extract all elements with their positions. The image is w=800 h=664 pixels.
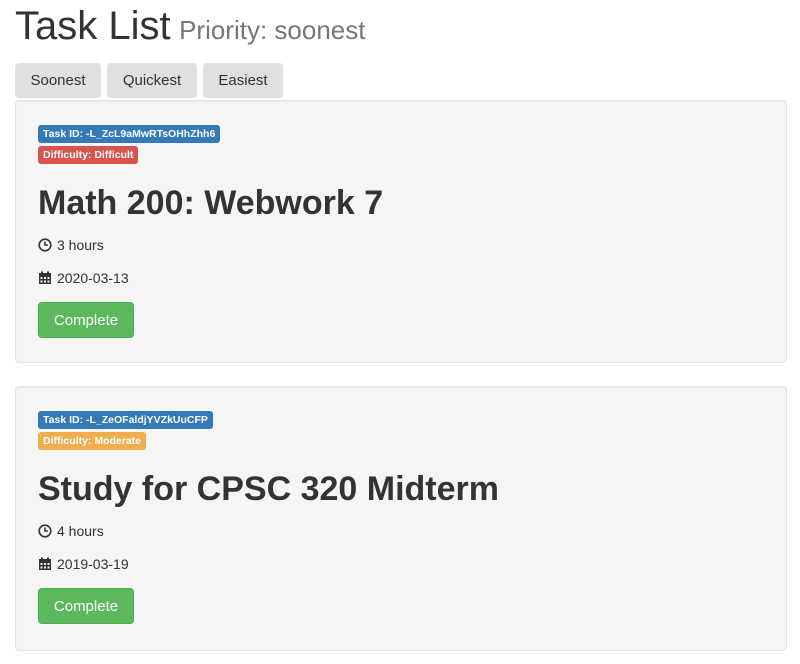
duration-text: 4 hours (57, 523, 104, 539)
complete-button[interactable]: Complete (38, 302, 134, 338)
task-date: 2020-03-13 (38, 269, 764, 287)
priority-subtitle: Priority: soonest (179, 15, 366, 45)
complete-button[interactable]: Complete (38, 588, 134, 624)
sort-soonest-button[interactable]: Soonest (15, 63, 101, 98)
task-date: 2019-03-19 (38, 555, 764, 573)
task-name: Study for CPSC 320 Midterm (38, 470, 499, 508)
page-title: Task List (15, 4, 171, 48)
clock-icon (38, 238, 52, 252)
task-card: Task ID: -L_ZcL9aMwRTsOHhZhh6 Difficulty… (15, 100, 787, 363)
task-id-label: Task ID: -L_ZeOFaldjYVZkUuCFP (38, 411, 213, 429)
task-id-label: Task ID: -L_ZcL9aMwRTsOHhZhh6 (38, 125, 221, 143)
duration-text: 3 hours (57, 237, 104, 253)
page-header: Task List Priority: soonest (15, 4, 365, 49)
sort-quickest-button[interactable]: Quickest (107, 63, 197, 98)
date-text: 2019-03-19 (57, 556, 129, 572)
task-duration: 4 hours (38, 522, 764, 540)
calendar-icon (39, 557, 51, 570)
task-card: Task ID: -L_ZeOFaldjYVZkUuCFP Difficulty… (15, 386, 787, 651)
task-name: Math 200: Webwork 7 (38, 184, 384, 222)
sort-button-bar: Soonest Quickest Easiest (15, 63, 283, 98)
date-text: 2020-03-13 (57, 270, 129, 286)
calendar-icon (39, 271, 51, 284)
difficulty-label: Difficulty: Difficult (38, 146, 139, 164)
task-duration: 3 hours (38, 236, 764, 254)
clock-icon (38, 524, 52, 538)
difficulty-label: Difficulty: Moderate (38, 432, 147, 450)
sort-easiest-button[interactable]: Easiest (203, 63, 283, 98)
